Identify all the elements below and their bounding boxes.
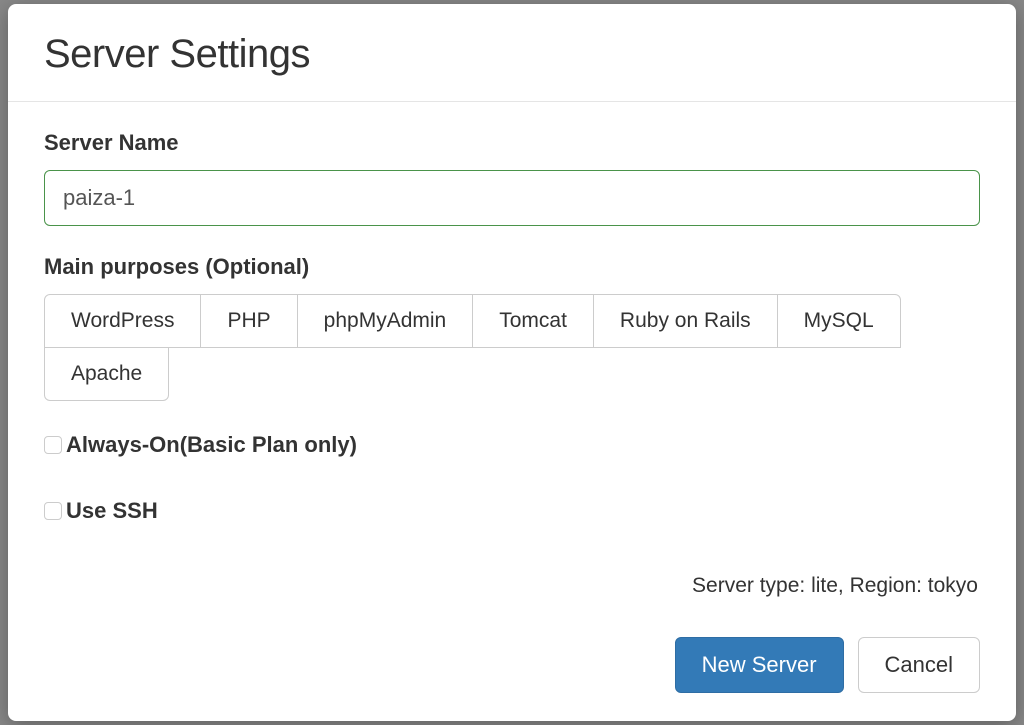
use-ssh-label: Use SSH [66, 498, 158, 524]
modal-title: Server Settings [44, 32, 980, 77]
purpose-php[interactable]: PHP [200, 294, 297, 348]
server-name-label: Server Name [44, 130, 980, 156]
cancel-button[interactable]: Cancel [858, 637, 980, 693]
server-name-input[interactable] [44, 170, 980, 226]
purpose-phpmyadmin[interactable]: phpMyAdmin [297, 294, 474, 348]
use-ssh-checkbox[interactable] [44, 502, 62, 520]
new-server-button[interactable]: New Server [675, 637, 844, 693]
purposes-group: Main purposes (Optional) WordPress PHP p… [44, 254, 980, 400]
purpose-wordpress[interactable]: WordPress [44, 294, 201, 348]
purpose-mysql[interactable]: MySQL [777, 294, 901, 348]
purpose-tomcat[interactable]: Tomcat [472, 294, 594, 348]
purposes-row: WordPress PHP phpMyAdmin Tomcat Ruby on … [44, 294, 980, 400]
server-info-text: Server type: lite, Region: tokyo [44, 574, 980, 598]
always-on-checkbox[interactable] [44, 436, 62, 454]
modal-body: Server Name Main purposes (Optional) Wor… [8, 102, 1016, 619]
purpose-apache[interactable]: Apache [44, 347, 169, 401]
server-settings-modal: Server Settings Server Name Main purpose… [8, 4, 1016, 721]
purposes-label: Main purposes (Optional) [44, 254, 980, 280]
always-on-label: Always-On(Basic Plan only) [66, 432, 357, 458]
modal-header: Server Settings [8, 4, 1016, 102]
use-ssh-group: Use SSH [44, 498, 980, 524]
server-name-group: Server Name [44, 130, 980, 226]
purpose-rubyonrails[interactable]: Ruby on Rails [593, 294, 778, 348]
always-on-group: Always-On(Basic Plan only) [44, 432, 980, 458]
modal-footer: New Server Cancel [8, 619, 1016, 721]
